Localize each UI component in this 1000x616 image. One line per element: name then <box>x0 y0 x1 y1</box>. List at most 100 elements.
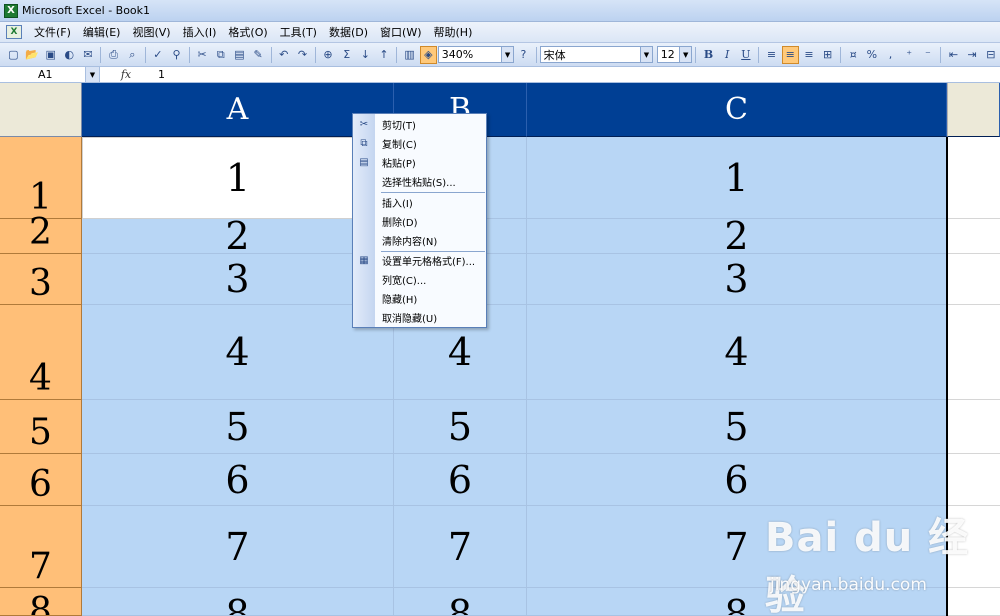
align-right-icon[interactable]: ≡ <box>801 46 818 64</box>
menu-insert[interactable]: 插入(I) <box>177 24 223 40</box>
menu-edit[interactable]: 编辑(E) <box>77 24 127 40</box>
cell-d7[interactable] <box>947 506 1000 588</box>
cell-c8[interactable]: 8 <box>527 588 947 616</box>
cell-d6[interactable] <box>947 454 1000 506</box>
sort-descending-icon[interactable]: ↑ <box>376 46 393 64</box>
cut-icon[interactable]: ✂ <box>194 46 211 64</box>
percent-button[interactable]: % <box>864 46 881 64</box>
increase-decimal-icon[interactable]: ⁺ <box>901 46 918 64</box>
undo-icon[interactable]: ↶ <box>275 46 292 64</box>
print-preview-icon[interactable]: ⌕ <box>124 46 141 64</box>
formula-input[interactable]: 1 <box>152 68 165 81</box>
cell-c2[interactable]: 2 <box>527 214 947 258</box>
context-menu-insert[interactable]: 插入(I) <box>353 193 486 212</box>
spelling-icon[interactable]: ✓ <box>150 46 167 64</box>
permission-icon[interactable]: ◐ <box>61 46 78 64</box>
row-header-3[interactable]: 3 <box>0 254 82 305</box>
menu-help[interactable]: 帮助(H) <box>428 24 479 40</box>
increase-indent-icon[interactable]: ⇥ <box>964 46 981 64</box>
column-header-c[interactable]: C <box>527 83 947 137</box>
decrease-indent-icon[interactable]: ⇤ <box>945 46 962 64</box>
context-menu-delete[interactable]: 删除(D) <box>353 212 486 231</box>
row-header-2[interactable]: 2 <box>0 215 82 254</box>
row-header-8[interactable]: 8 <box>0 588 82 616</box>
font-name-combo[interactable]: 宋体 ▼ <box>539 46 653 63</box>
cell-b8[interactable]: 8 <box>394 588 527 616</box>
cell-a1[interactable]: 1 <box>82 137 394 219</box>
cell-d4[interactable] <box>947 305 1000 400</box>
cell-c6[interactable]: 6 <box>527 454 947 506</box>
comma-style-icon[interactable]: , <box>882 46 899 64</box>
cell-d5[interactable] <box>947 400 1000 454</box>
cell-a2[interactable]: 2 <box>82 214 394 258</box>
print-icon[interactable]: ⎙ <box>105 46 122 64</box>
column-header-a[interactable]: A <box>82 83 394 137</box>
context-menu-copy[interactable]: ⧉ 复制(C) <box>353 134 486 153</box>
context-menu-paste-special[interactable]: 选择性粘贴(S)... <box>353 172 486 191</box>
column-header-d[interactable] <box>947 83 1000 137</box>
copy-icon[interactable]: ⧉ <box>212 46 229 64</box>
cell-a5[interactable]: 5 <box>82 400 394 454</box>
zoom-combo[interactable]: 340% ▼ <box>437 46 515 63</box>
open-folder-icon[interactable]: 📂 <box>24 46 41 64</box>
sort-ascending-icon[interactable]: ↓ <box>357 46 374 64</box>
cell-d1[interactable] <box>947 137 1000 219</box>
row-header-1[interactable]: 1 <box>0 137 82 219</box>
new-file-icon[interactable]: ▢ <box>5 46 22 64</box>
cell-b7[interactable]: 7 <box>394 506 527 588</box>
chevron-down-icon[interactable]: ▼ <box>640 47 652 62</box>
chevron-down-icon[interactable]: ▼ <box>85 67 99 82</box>
research-icon[interactable]: ⚲ <box>168 46 185 64</box>
workbook-icon[interactable]: X <box>6 25 22 39</box>
context-menu-format-cells[interactable]: ▦ 设置单元格格式(F)... <box>353 251 486 270</box>
italic-button[interactable]: I <box>719 46 736 64</box>
context-menu-paste[interactable]: ▤ 粘贴(P) <box>353 153 486 172</box>
cell-c4[interactable]: 4 <box>527 305 947 400</box>
cell-c5[interactable]: 5 <box>527 400 947 454</box>
name-box[interactable]: A1 ▼ <box>0 67 100 82</box>
paste-icon[interactable]: ▤ <box>231 46 248 64</box>
cell-d2[interactable] <box>947 219 1000 254</box>
cell-c3[interactable]: 3 <box>527 254 947 305</box>
underline-button[interactable]: U <box>738 46 755 64</box>
chart-wizard-icon[interactable]: ▥ <box>401 46 418 64</box>
menu-tools[interactable]: 工具(T) <box>274 24 323 40</box>
context-menu-column-width[interactable]: 列宽(C)... <box>353 270 486 289</box>
hyperlink-icon[interactable]: ⊕ <box>320 46 337 64</box>
chevron-down-icon[interactable]: ▼ <box>679 47 692 62</box>
help-icon[interactable]: ? <box>515 46 532 64</box>
align-left-icon[interactable]: ≡ <box>763 46 780 64</box>
cell-a7[interactable]: 7 <box>82 506 394 588</box>
row-header-6[interactable]: 6 <box>0 454 82 506</box>
merge-center-icon[interactable]: ⊞ <box>819 46 836 64</box>
currency-icon[interactable]: ¤ <box>845 46 862 64</box>
menu-view[interactable]: 视图(V) <box>126 24 176 40</box>
autosum-icon[interactable]: Σ <box>338 46 355 64</box>
format-painter-icon[interactable]: ✎ <box>250 46 267 64</box>
cell-a4[interactable]: 4 <box>82 305 394 400</box>
insert-function-icon[interactable]: fx <box>100 68 152 81</box>
context-menu-clear-contents[interactable]: 清除内容(N) <box>353 231 486 250</box>
menu-data[interactable]: 数据(D) <box>323 24 374 40</box>
row-header-4[interactable]: 4 <box>0 305 82 400</box>
cell-b5[interactable]: 5 <box>394 400 527 454</box>
bold-button[interactable]: B <box>700 46 717 64</box>
select-all-corner[interactable] <box>0 83 82 137</box>
borders-icon[interactable]: ⊟ <box>982 46 999 64</box>
menu-window[interactable]: 窗口(W) <box>374 24 427 40</box>
decrease-decimal-icon[interactable]: ⁻ <box>920 46 937 64</box>
cell-d3[interactable] <box>947 254 1000 305</box>
cell-c1[interactable]: 1 <box>527 137 947 219</box>
menu-format[interactable]: 格式(O) <box>222 24 273 40</box>
cell-a6[interactable]: 6 <box>82 454 394 506</box>
cell-a8[interactable]: 8 <box>82 588 394 616</box>
cell-b6[interactable]: 6 <box>394 454 527 506</box>
cell-d8[interactable] <box>947 588 1000 616</box>
context-menu-unhide[interactable]: 取消隐藏(U) <box>353 308 486 327</box>
save-icon[interactable]: ▣ <box>42 46 59 64</box>
align-center-icon[interactable]: ≡ <box>781 45 799 64</box>
redo-icon[interactable]: ↷ <box>294 46 311 64</box>
email-icon[interactable]: ✉ <box>80 46 97 64</box>
chevron-down-icon[interactable]: ▼ <box>501 47 514 62</box>
font-size-combo[interactable]: 12 ▼ <box>656 46 693 63</box>
